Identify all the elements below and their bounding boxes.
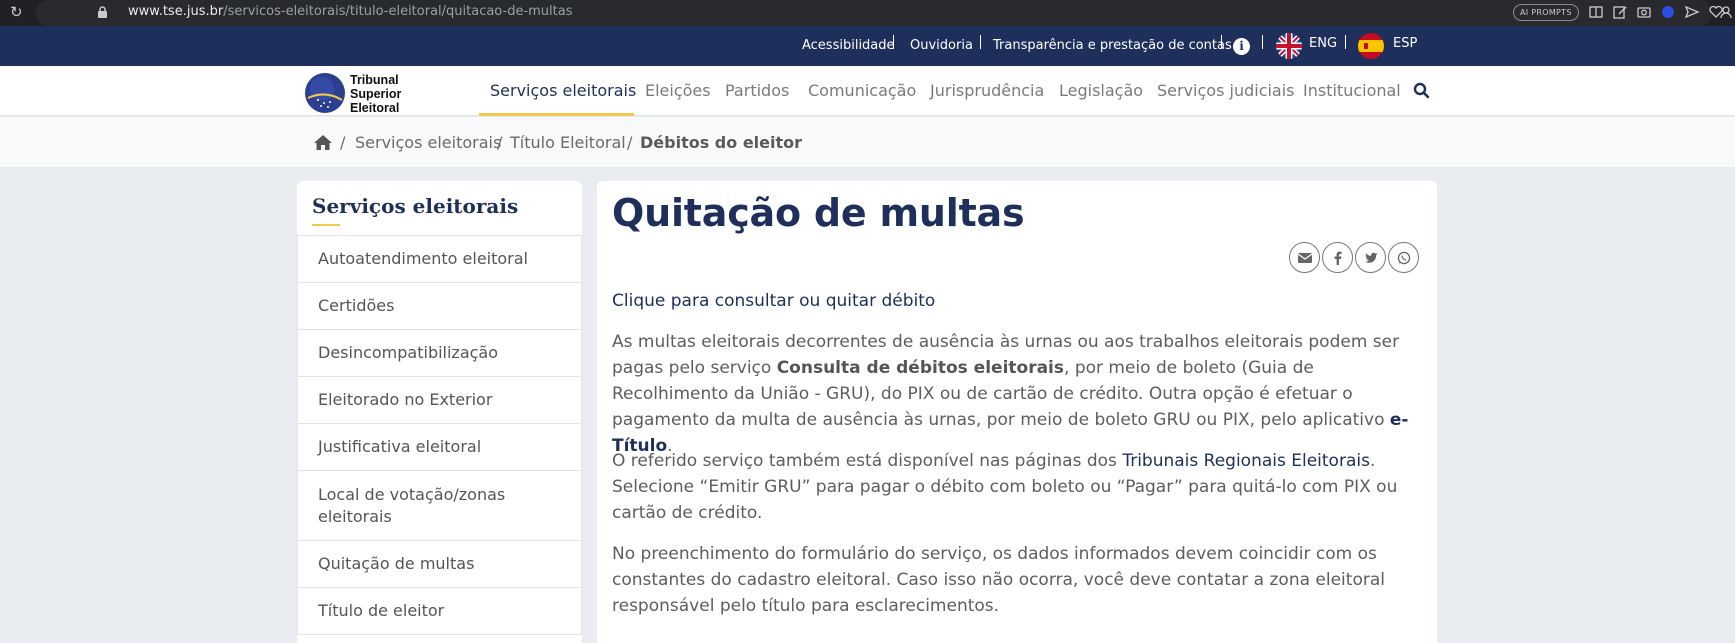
edit-icon[interactable] [1612,4,1628,20]
camera-icon[interactable] [1636,4,1652,20]
nav-eleicoes[interactable]: Eleições [645,81,711,100]
breadcrumb: / Serviços eleitorais / Título Eleitoral… [0,117,1735,167]
url-text: www.tse.jus.br/servicos-eleitorais/titul… [128,4,573,19]
whatsapp-icon [1397,251,1411,265]
nav-partidos[interactable]: Partidos [725,81,789,100]
home-icon[interactable] [313,134,333,151]
breadcrumb-separator: / [627,133,633,152]
nav-comunicacao[interactable]: Comunicação [808,81,916,100]
facebook-icon [1334,251,1342,265]
divider [1221,35,1222,49]
nav-servicos-eleitorais[interactable]: Serviços eleitorais [490,81,636,100]
sidebar: Serviços eleitorais Autoatendimento elei… [297,181,582,643]
share-twitter-button[interactable] [1355,242,1386,273]
divider [893,35,894,49]
envelope-icon [1298,253,1312,263]
sidebar-title-accent [312,224,340,226]
tre-link[interactable]: Tribunais Regionais Eleitorais [1122,451,1370,471]
send-icon[interactable] [1684,4,1700,20]
info-icon[interactable]: i [1233,38,1250,55]
sidebar-menu: Autoatendimento eleitoral Certidões Desi… [297,235,582,635]
transparency-link[interactable]: Transparência e prestação de contas [993,38,1232,53]
utility-bar: Acessibilidade Ouvidoria Transparência e… [0,26,1735,66]
globe-logo-icon [305,73,345,113]
profile-icon[interactable] [1718,4,1734,20]
ai-prompts-button[interactable]: AI PROMPTS [1513,4,1579,21]
sidebar-title: Serviços eleitorais [312,194,519,218]
sidebar-item-local-votacao[interactable]: Local de votação/zonas eleitorais [297,471,582,541]
divider [980,35,981,49]
consulta-debitos-link[interactable]: Consulta de débitos eleitorais [777,358,1064,378]
lang-esp[interactable]: ESP [1393,36,1417,51]
nav-jurisprudencia[interactable]: Jurisprudência [930,81,1044,100]
nav-servicos-judiciais[interactable]: Serviços judiciais [1157,81,1295,100]
logo-text: Tribunal Superior Eleitoral [350,73,402,115]
page-title: Quitação de multas [612,191,1025,235]
main-content: Quitação de multas Clique para consultar… [597,181,1437,643]
divider [1262,35,1263,49]
address-bar[interactable]: www.tse.jus.br/servicos-eleitorais/titul… [36,0,1723,26]
sidebar-item-titulo-eleitor[interactable]: Título de eleitor [297,588,582,635]
sidebar-item-autoatendimento[interactable]: Autoatendimento eleitoral [297,236,582,283]
paragraph-form-notice: No preenchimento do formulário do serviç… [612,544,1385,616]
reload-icon[interactable]: ↻ [10,3,23,21]
lang-eng[interactable]: ENG [1309,36,1337,51]
divider [1345,35,1346,49]
share-facebook-button[interactable] [1322,242,1353,273]
lock-icon [98,6,107,18]
active-nav-underline [479,113,634,116]
uk-flag-icon[interactable] [1276,33,1302,59]
breadcrumb-current: Débitos do eleitor [640,133,803,152]
share-whatsapp-button[interactable] [1388,242,1419,273]
tse-logo[interactable]: Tribunal Superior Eleitoral [304,71,414,119]
breadcrumb-separator: / [340,133,346,152]
nav-institucional[interactable]: Institucional [1303,81,1401,100]
ouvidoria-link[interactable]: Ouvidoria [910,38,973,53]
reader-icon[interactable] [1588,4,1604,20]
breadcrumb-servicos-eleitorais[interactable]: Serviços eleitorais [355,133,501,152]
main-navigation: Tribunal Superior Eleitoral Serviços ele… [0,66,1735,116]
share-email-button[interactable] [1289,242,1320,273]
twitter-icon [1365,252,1378,263]
sidebar-item-eleitorado-exterior[interactable]: Eleitorado no Exterior [297,377,582,424]
sidebar-item-desincompatibilizacao[interactable]: Desincompatibilização [297,330,582,377]
breadcrumb-titulo-eleitoral[interactable]: Título Eleitoral [510,133,626,152]
spain-flag-icon[interactable] [1358,33,1384,59]
sidebar-item-quitacao-multas[interactable]: Quitação de multas [297,541,582,588]
sidebar-item-certidoes[interactable]: Certidões [297,283,582,330]
nav-legislacao[interactable]: Legislação [1059,81,1143,100]
search-icon[interactable] [1413,82,1430,99]
breadcrumb-separator: / [497,133,503,152]
browser-toolbar: ↻ www.tse.jus.br/servicos-eleitorais/tit… [0,0,1735,26]
accessibility-link[interactable]: Acessibilidade [802,38,895,53]
extension-icon[interactable] [1660,4,1676,20]
sidebar-item-justificativa[interactable]: Justificativa eleitoral [297,424,582,471]
paragraph-intro: As multas eleitorais decorrentes de ausê… [612,332,1409,456]
paragraph-tre: O referido serviço também está disponíve… [612,451,1398,523]
consult-debt-link[interactable]: Clique para consultar ou quitar débito [612,291,935,311]
